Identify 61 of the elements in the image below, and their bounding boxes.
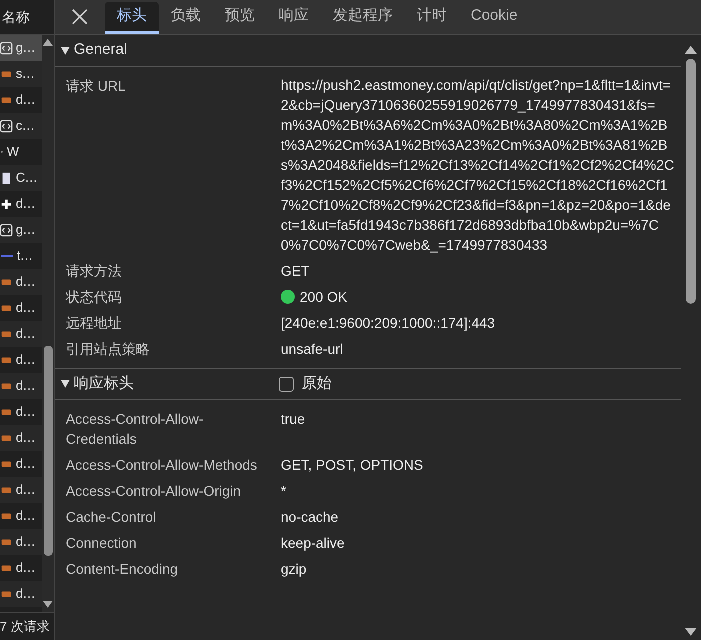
request-row[interactable]: g… [0, 217, 42, 243]
header-name: Access-Control-Allow-Credentials [65, 410, 205, 449]
scroll-up-icon[interactable] [43, 39, 54, 46]
request-row[interactable]: c… [0, 113, 42, 139]
request-row[interactable]: g… [0, 35, 42, 61]
scrollbar-thumb[interactable] [686, 59, 696, 304]
header-value: 200 OK [300, 288, 348, 307]
request-row[interactable]: d… [0, 581, 42, 607]
header-value: [240e:e1:9600:209:1000::174]:443 [281, 314, 496, 333]
tab[interactable]: 标头 [105, 2, 159, 34]
header-name: 引用站点策略 [65, 340, 151, 359]
scrollbar-thumb[interactable] [44, 346, 53, 556]
tab[interactable]: 负载 [159, 2, 213, 34]
tab[interactable]: 发起程序 [321, 2, 405, 34]
header-value: GET [281, 262, 310, 281]
header-value: unsafe-url [281, 340, 344, 359]
header-value: gzip [281, 560, 307, 579]
tab[interactable]: Cookie [459, 2, 530, 34]
section-toggle[interactable]: General [61, 39, 281, 62]
header-value: * [281, 482, 286, 501]
header-value: no-cache [281, 508, 339, 527]
header-name: Content-Encoding [65, 560, 180, 579]
caret-icon [61, 46, 70, 54]
plus-icon [0, 198, 13, 210]
raw-checkbox[interactable]: 原始 [279, 372, 332, 396]
request-row[interactable]: d… [0, 477, 42, 503]
scroll-down-icon[interactable] [43, 601, 54, 608]
code-file-icon [0, 224, 13, 236]
header-name: 远程地址 [65, 314, 123, 333]
tab[interactable]: 预览 [213, 2, 267, 34]
caret-icon [61, 380, 70, 388]
header-name: 请求 URL [65, 77, 127, 96]
close-icon[interactable] [72, 9, 88, 25]
header-name: 请求方法 [65, 262, 123, 281]
column-header[interactable]: 名称 [2, 6, 30, 28]
request-row[interactable]: s… [0, 61, 42, 87]
tab[interactable]: 计时 [405, 2, 459, 34]
scroll-up-icon[interactable] [685, 46, 697, 54]
header-value: GET, POST, OPTIONS [281, 456, 424, 475]
header-value: true [281, 410, 306, 429]
header-name: Cache-Control [65, 508, 158, 527]
header-name: Access-Control-Allow-Methods [65, 456, 258, 475]
request-count: 7 次请求 [0, 618, 50, 636]
tab[interactable]: 响应 [267, 2, 321, 34]
header-name: 状态代码 [65, 288, 123, 307]
request-row[interactable]: d… [0, 321, 42, 347]
header-name: Access-Control-Allow-Origin [65, 482, 242, 501]
header-name: Connection [65, 534, 138, 553]
code-file-icon [0, 120, 13, 132]
header-value: https://push2.eastmoney.com/api/qt/clist/get?np=1&fltt=1&invt=2&cb=jQuery37106360255919026779_1749977830431&fs=m%3A0%2Bt%3A6%2Cm%3A0%2Bt%3A80%2Cm%3A1%2Bt%3A2%2Cm%3A1%2Bt%3A23%2Cm%3A0%2Bt%3A81%2Bs%3A2048&fields=f12%2Cf13%2Cf14%2Cf1%2Cf2%2Cf4%2Cf3%2Cf152%2Cf5%2Cf6%2Cf7%2Cf15%2Cf18%2Cf16%2Cf17%2Cf10%2Cf8%2Cf9%2Cf23&fid=f3&pn=1&pz=20&po=1&dect=1&ut=fa5fd1943c7b386f172d6893dbfba10b&wbp2u=%7C0%7C0%7C0%7Cweb&_=1749977830433 [281, 76, 676, 255]
request-row[interactable]: d… [0, 529, 42, 555]
section-toggle[interactable]: 响应标头 [61, 372, 281, 396]
request-row[interactable]: d… [0, 373, 42, 399]
scroll-down-icon[interactable] [685, 628, 697, 636]
code-file-icon [0, 42, 13, 54]
header-value: keep-alive [281, 534, 345, 553]
request-row[interactable]: C… [0, 165, 42, 191]
line-icon [1, 255, 13, 257]
request-row[interactable]: d… [0, 425, 42, 451]
request-row[interactable]: d… [0, 269, 42, 295]
document-icon [0, 172, 13, 184]
